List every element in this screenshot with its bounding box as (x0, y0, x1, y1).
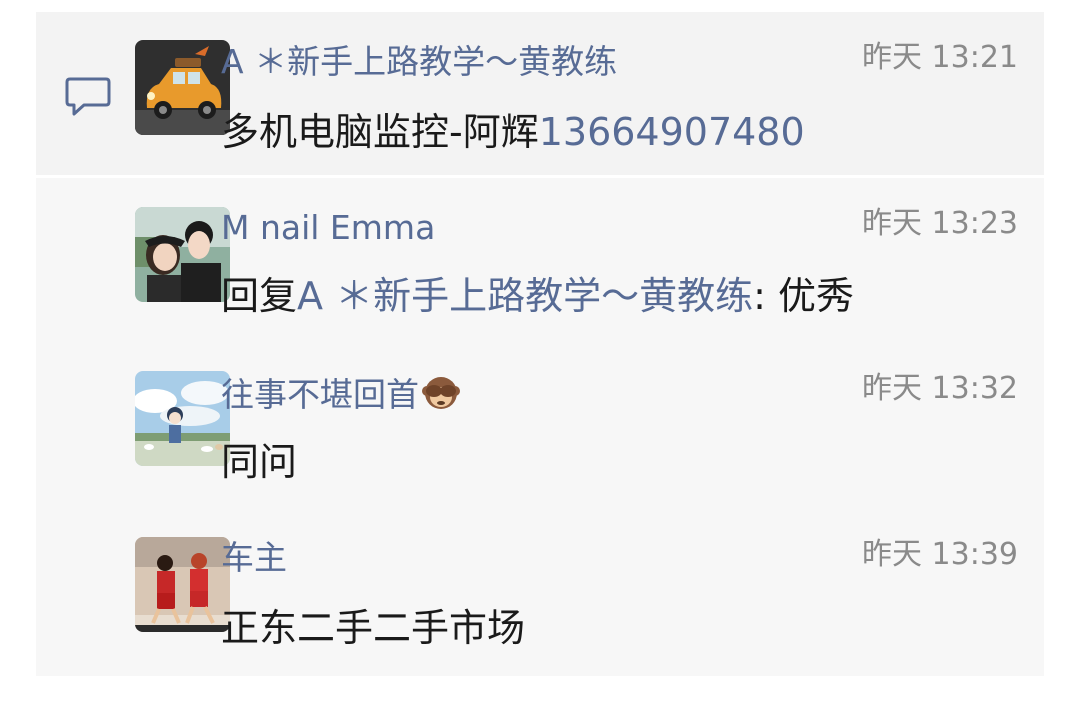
reply-text: : 优秀 (753, 274, 854, 318)
comment-time: 昨天 13:21 (862, 40, 1018, 75)
comment-text: 多机电脑监控-阿辉13664907480 (221, 108, 805, 156)
avatar[interactable] (135, 207, 230, 302)
comment-text: 回复A ＊新手上路教学～黄教练: 优秀 (221, 272, 854, 320)
couple-photo-avatar (135, 207, 230, 302)
commenter-name[interactable]: M nail Emma (221, 208, 435, 248)
reply-prefix: 回复 (221, 274, 298, 318)
commenter-name[interactable]: A ＊新手上路教学～黄教练 (221, 42, 617, 82)
avatar[interactable] (135, 537, 230, 632)
avatar[interactable] (135, 40, 230, 135)
commenter-name[interactable]: 车主 (221, 538, 287, 578)
reply-to-name[interactable]: A ＊新手上路教学～黄教练 (297, 274, 753, 318)
commenter-name-text: 往事不堪回首 (221, 375, 419, 414)
comment-time: 昨天 13:23 (862, 206, 1018, 241)
see-no-evil-monkey-icon (422, 377, 460, 409)
commenter-name[interactable]: 往事不堪回首 (221, 372, 461, 415)
comment-text: 正东二手二手市场 (221, 606, 526, 650)
avatar[interactable] (135, 371, 230, 466)
comment-icon (65, 77, 111, 116)
anime-landscape-avatar (135, 371, 230, 466)
phone-link[interactable]: 13664907480 (539, 110, 805, 154)
comment-time: 昨天 13:32 (862, 371, 1018, 406)
basketball-anime-avatar (135, 537, 230, 632)
orange-cartoon-car-avatar (135, 40, 230, 135)
message-text: 多机电脑监控-阿辉 (221, 110, 539, 154)
comment-time: 昨天 13:39 (862, 537, 1018, 572)
comment-text: 同问 (221, 440, 298, 484)
